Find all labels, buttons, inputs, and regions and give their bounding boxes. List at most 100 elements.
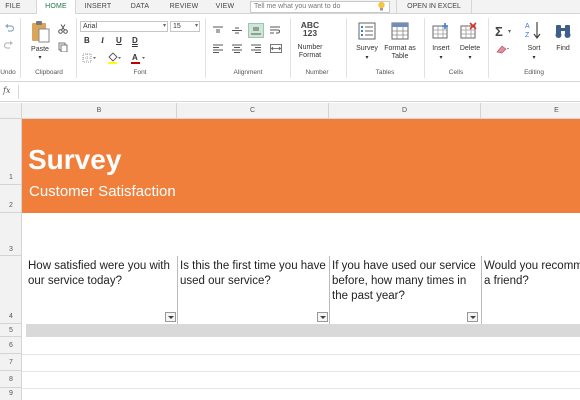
excel-online-window: FILE HOME INSERT DATA REVIEW VIEW Tell m… bbox=[0, 0, 580, 400]
clipboard-group-label: Clipboard bbox=[35, 69, 63, 76]
fx-icon[interactable]: fx bbox=[3, 86, 10, 95]
redo-icon[interactable] bbox=[4, 40, 14, 50]
column-divider bbox=[329, 256, 330, 324]
column-header-e[interactable]: E bbox=[481, 103, 580, 119]
chevron-down-icon[interactable]: ▾ bbox=[520, 54, 548, 62]
table-header-band bbox=[26, 324, 580, 337]
underline-button[interactable]: U bbox=[116, 36, 122, 45]
editing-group-label: Editing bbox=[524, 69, 544, 76]
filter-dropdown-icon[interactable] bbox=[317, 312, 328, 322]
row-header-1[interactable]: 1 bbox=[0, 119, 22, 185]
gridline bbox=[22, 388, 580, 389]
paste-icon[interactable] bbox=[30, 20, 50, 44]
tell-me-search-input[interactable]: Tell me what you want to do bbox=[250, 1, 390, 13]
ribbon-separator bbox=[76, 18, 77, 78]
column-header-c[interactable]: C bbox=[177, 103, 329, 119]
survey-button[interactable]: Survey bbox=[352, 45, 382, 53]
row-header-6[interactable]: 6 bbox=[0, 337, 22, 354]
chevron-down-icon[interactable]: ▾ bbox=[26, 54, 54, 62]
row-header-9[interactable]: 9 bbox=[0, 388, 22, 400]
align-bottom-button[interactable] bbox=[248, 23, 264, 38]
align-left-icon[interactable] bbox=[213, 44, 223, 53]
filter-dropdown-icon[interactable] bbox=[165, 312, 176, 322]
row-header-7[interactable]: 7 bbox=[0, 354, 22, 371]
column-headers: B C D E bbox=[0, 103, 580, 119]
merge-center-icon[interactable] bbox=[270, 44, 282, 53]
title-banner: Survey Customer Satisfaction bbox=[22, 119, 580, 213]
row-header-4[interactable]: 4 bbox=[0, 256, 22, 324]
tab-view[interactable]: VIEW bbox=[208, 0, 242, 14]
chevron-down-icon: ▾ bbox=[162, 23, 166, 29]
question-cell-d4[interactable]: If you have used our service before, how… bbox=[332, 259, 480, 304]
wrap-text-icon[interactable] bbox=[270, 26, 280, 35]
column-header-b[interactable]: B bbox=[22, 103, 177, 119]
chevron-down-icon[interactable]: ▾ bbox=[426, 54, 456, 62]
number-format-button[interactable]: Number Format bbox=[290, 44, 330, 60]
sheet-subtitle: Customer Satisfaction bbox=[29, 183, 176, 200]
select-all-corner[interactable] bbox=[0, 103, 22, 119]
column-divider bbox=[177, 256, 178, 324]
tab-data[interactable]: DATA bbox=[122, 0, 158, 14]
gridline bbox=[22, 371, 580, 372]
row-header-2[interactable]: 2 bbox=[0, 185, 22, 213]
open-in-excel-button[interactable]: OPEN IN EXCEL bbox=[396, 0, 472, 14]
chevron-down-icon[interactable]: ▾ bbox=[352, 54, 382, 62]
binoculars-icon bbox=[555, 25, 571, 38]
double-underline-button[interactable]: D bbox=[132, 36, 138, 45]
ribbon: Undo Paste ▾ Clipboard Arial ▾ 15 ▾ B I … bbox=[0, 14, 580, 82]
question-cell-c4[interactable]: Is this the first time you have used our… bbox=[180, 259, 328, 289]
sheet-grid[interactable]: Survey Customer Satisfaction How satisfi… bbox=[22, 119, 580, 400]
survey-icon bbox=[358, 22, 376, 40]
sort-button[interactable]: Sort bbox=[520, 45, 548, 53]
cells-group-label: Cells bbox=[448, 69, 464, 76]
bold-button[interactable]: B bbox=[84, 36, 90, 45]
tab-file[interactable]: FILE bbox=[0, 0, 26, 14]
font-size-value: 15 bbox=[173, 23, 181, 30]
row-header-3[interactable]: 3 bbox=[0, 213, 22, 256]
find-button[interactable]: Find bbox=[550, 45, 576, 53]
tab-insert[interactable]: INSERT bbox=[78, 0, 118, 14]
lightbulb-icon bbox=[378, 1, 385, 11]
align-middle-icon[interactable] bbox=[232, 26, 242, 35]
column-header-d[interactable]: D bbox=[329, 103, 481, 119]
chevron-down-icon[interactable]: ▾ bbox=[455, 54, 485, 62]
question-cell-e4[interactable]: Would you recommend us to a friend? bbox=[484, 259, 580, 289]
formula-bar-divider bbox=[18, 85, 19, 99]
font-name-select[interactable]: Arial ▾ bbox=[80, 21, 168, 32]
align-bottom-icon bbox=[251, 27, 261, 35]
font-size-select[interactable]: 15 ▾ bbox=[170, 21, 200, 32]
ribbon-separator bbox=[424, 18, 425, 78]
undo-icon[interactable] bbox=[4, 23, 14, 33]
delete-button[interactable]: Delete bbox=[455, 45, 485, 53]
alignment-group-label: Alignment bbox=[233, 69, 263, 76]
tab-home[interactable]: HOME bbox=[36, 0, 76, 15]
borders-icon[interactable] bbox=[82, 53, 96, 63]
paste-button-label[interactable]: Paste bbox=[26, 46, 54, 54]
insert-button[interactable]: Insert bbox=[426, 45, 456, 53]
fill-color-icon[interactable] bbox=[106, 52, 122, 64]
number-format-icon: ABC 123 bbox=[300, 20, 320, 38]
cut-icon[interactable] bbox=[58, 24, 68, 34]
formula-input[interactable] bbox=[22, 85, 576, 100]
font-name-value: Arial bbox=[83, 23, 98, 30]
row-header-8[interactable]: 8 bbox=[0, 371, 22, 388]
ribbon-separator bbox=[488, 18, 489, 78]
font-color-icon[interactable]: A bbox=[130, 52, 146, 64]
copy-icon[interactable] bbox=[58, 42, 68, 52]
question-cell-b4[interactable]: How satisfied were you with our service … bbox=[28, 259, 176, 289]
format-as-table-icon bbox=[391, 22, 409, 40]
svg-text:A: A bbox=[132, 53, 138, 62]
align-top-icon[interactable] bbox=[213, 26, 223, 35]
align-center-icon[interactable] bbox=[232, 44, 242, 53]
row-header-5[interactable]: 5 bbox=[0, 324, 22, 337]
chevron-down-icon[interactable]: ▾ bbox=[508, 28, 511, 35]
filter-dropdown-icon[interactable] bbox=[467, 312, 478, 322]
ribbon-separator bbox=[205, 18, 206, 78]
svg-text:Z: Z bbox=[525, 32, 530, 39]
italic-button[interactable]: I bbox=[101, 36, 104, 45]
format-as-table-button[interactable]: Format as Table bbox=[380, 45, 420, 61]
align-right-icon[interactable] bbox=[251, 44, 261, 53]
tab-review[interactable]: REVIEW bbox=[162, 0, 206, 14]
autosum-icon[interactable]: Σ bbox=[495, 24, 503, 39]
clear-icon[interactable] bbox=[495, 44, 509, 54]
